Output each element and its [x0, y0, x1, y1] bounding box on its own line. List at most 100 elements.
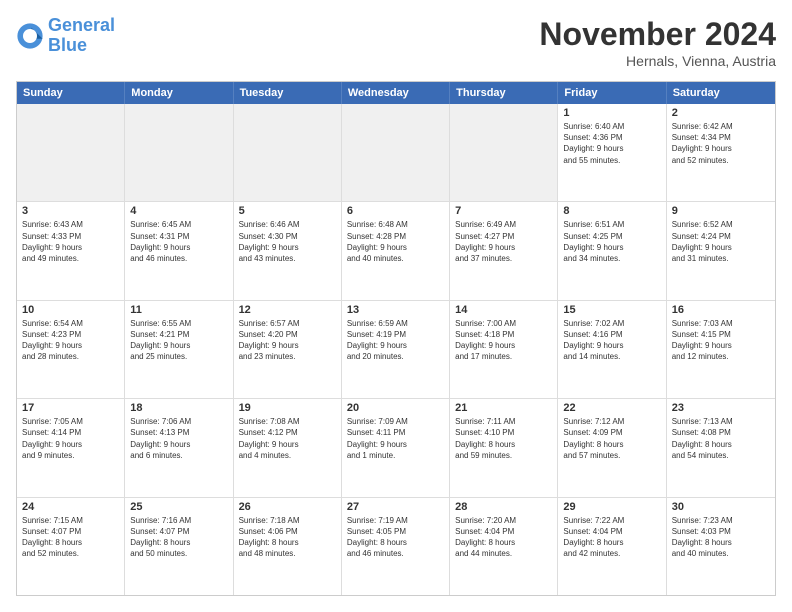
day-info: Sunrise: 7:05 AM Sunset: 4:14 PM Dayligh…: [22, 416, 119, 461]
calendar-row: 1 Sunrise: 6:40 AM Sunset: 4:36 PM Daylig…: [17, 104, 775, 201]
day-info: Sunrise: 7:06 AM Sunset: 4:13 PM Dayligh…: [130, 416, 227, 461]
day-number: 8: [563, 205, 660, 217]
day-info: Sunrise: 6:59 AM Sunset: 4:19 PM Dayligh…: [347, 318, 444, 363]
day-number: 5: [239, 205, 336, 217]
calendar-cell: 22 Sunrise: 7:12 AM Sunset: 4:09 PM Dayli…: [558, 399, 666, 496]
day-info: Sunrise: 6:51 AM Sunset: 4:25 PM Dayligh…: [563, 219, 660, 264]
calendar-cell: 24 Sunrise: 7:15 AM Sunset: 4:07 PM Dayli…: [17, 498, 125, 595]
day-info: Sunrise: 7:15 AM Sunset: 4:07 PM Dayligh…: [22, 515, 119, 560]
day-info: Sunrise: 6:43 AM Sunset: 4:33 PM Dayligh…: [22, 219, 119, 264]
page: General Blue November 2024 Hernals, Vien…: [0, 0, 792, 612]
day-info: Sunrise: 7:02 AM Sunset: 4:16 PM Dayligh…: [563, 318, 660, 363]
logo: General Blue: [16, 16, 115, 56]
calendar-cell: 14Sunrise: 7:00 AM Sunset: 4:18 PM Dayli…: [450, 301, 558, 398]
day-number: 9: [672, 205, 770, 217]
calendar-header-cell: Saturday: [667, 82, 775, 104]
month-title: November 2024: [539, 16, 776, 53]
day-number: 13: [347, 304, 444, 316]
calendar-cell: 3 Sunrise: 6:43 AM Sunset: 4:33 PM Daylig…: [17, 202, 125, 299]
calendar-cell: 12 Sunrise: 6:57 AM Sunset: 4:20 PM Dayli…: [234, 301, 342, 398]
day-info: Sunrise: 6:57 AM Sunset: 4:20 PM Dayligh…: [239, 318, 336, 363]
calendar-cell: 8 Sunrise: 6:51 AM Sunset: 4:25 PM Daylig…: [558, 202, 666, 299]
day-number: 21: [455, 402, 552, 414]
logo-line2: Blue: [48, 35, 87, 55]
calendar-header-cell: Friday: [558, 82, 666, 104]
day-info: Sunrise: 7:19 AM Sunset: 4:05 PM Dayligh…: [347, 515, 444, 560]
calendar-row: 24 Sunrise: 7:15 AM Sunset: 4:07 PM Dayli…: [17, 497, 775, 595]
day-number: 24: [22, 501, 119, 513]
day-info: Sunrise: 6:54 AM Sunset: 4:23 PM Dayligh…: [22, 318, 119, 363]
calendar-row: 17 Sunrise: 7:05 AM Sunset: 4:14 PM Dayli…: [17, 398, 775, 496]
day-info: Sunrise: 6:40 AM Sunset: 4:36 PM Dayligh…: [563, 121, 660, 166]
day-info: Sunrise: 7:23 AM Sunset: 4:03 PM Dayligh…: [672, 515, 770, 560]
day-number: 6: [347, 205, 444, 217]
day-info: Sunrise: 6:46 AM Sunset: 4:30 PM Dayligh…: [239, 219, 336, 264]
calendar-header-cell: Wednesday: [342, 82, 450, 104]
logo-line1: General: [48, 15, 115, 35]
calendar-cell: 1 Sunrise: 6:40 AM Sunset: 4:36 PM Daylig…: [558, 104, 666, 201]
calendar-header-cell: Thursday: [450, 82, 558, 104]
day-info: Sunrise: 6:49 AM Sunset: 4:27 PM Dayligh…: [455, 219, 552, 264]
calendar-cell: 28 Sunrise: 7:20 AM Sunset: 4:04 PM Dayli…: [450, 498, 558, 595]
calendar-header-cell: Sunday: [17, 82, 125, 104]
day-number: 7: [455, 205, 552, 217]
calendar-cell: [17, 104, 125, 201]
day-number: 12: [239, 304, 336, 316]
day-info: Sunrise: 7:11 AM Sunset: 4:10 PM Dayligh…: [455, 416, 552, 461]
calendar-cell: 6 Sunrise: 6:48 AM Sunset: 4:28 PM Daylig…: [342, 202, 450, 299]
day-info: Sunrise: 7:20 AM Sunset: 4:04 PM Dayligh…: [455, 515, 552, 560]
calendar-cell: 4Sunrise: 6:45 AM Sunset: 4:31 PM Daylig…: [125, 202, 233, 299]
day-number: 28: [455, 501, 552, 513]
calendar-header: SundayMondayTuesdayWednesdayThursdayFrid…: [17, 82, 775, 104]
calendar-cell: 2 Sunrise: 6:42 AM Sunset: 4:34 PM Daylig…: [667, 104, 775, 201]
logo-text: General Blue: [48, 16, 115, 56]
location: Hernals, Vienna, Austria: [539, 53, 776, 69]
day-number: 29: [563, 501, 660, 513]
calendar-cell: 16Sunrise: 7:03 AM Sunset: 4:15 PM Dayli…: [667, 301, 775, 398]
day-number: 25: [130, 501, 227, 513]
calendar-body: 1 Sunrise: 6:40 AM Sunset: 4:36 PM Daylig…: [17, 104, 775, 595]
day-number: 1: [563, 107, 660, 119]
day-info: Sunrise: 7:16 AM Sunset: 4:07 PM Dayligh…: [130, 515, 227, 560]
calendar-row: 10 Sunrise: 6:54 AM Sunset: 4:23 PM Dayli…: [17, 300, 775, 398]
day-number: 10: [22, 304, 119, 316]
day-info: Sunrise: 6:52 AM Sunset: 4:24 PM Dayligh…: [672, 219, 770, 264]
calendar-header-cell: Monday: [125, 82, 233, 104]
day-info: Sunrise: 7:00 AM Sunset: 4:18 PM Dayligh…: [455, 318, 552, 363]
day-info: Sunrise: 7:03 AM Sunset: 4:15 PM Dayligh…: [672, 318, 770, 363]
day-number: 27: [347, 501, 444, 513]
day-number: 22: [563, 402, 660, 414]
calendar-cell: 15 Sunrise: 7:02 AM Sunset: 4:16 PM Dayli…: [558, 301, 666, 398]
calendar-cell: 9 Sunrise: 6:52 AM Sunset: 4:24 PM Daylig…: [667, 202, 775, 299]
day-info: Sunrise: 7:09 AM Sunset: 4:11 PM Dayligh…: [347, 416, 444, 461]
calendar: SundayMondayTuesdayWednesdayThursdayFrid…: [16, 81, 776, 596]
day-info: Sunrise: 7:12 AM Sunset: 4:09 PM Dayligh…: [563, 416, 660, 461]
calendar-cell: 11 Sunrise: 6:55 AM Sunset: 4:21 PM Dayli…: [125, 301, 233, 398]
day-number: 18: [130, 402, 227, 414]
logo-icon: [16, 22, 44, 50]
calendar-cell: 7 Sunrise: 6:49 AM Sunset: 4:27 PM Daylig…: [450, 202, 558, 299]
day-info: Sunrise: 6:45 AM Sunset: 4:31 PM Dayligh…: [130, 219, 227, 264]
day-info: Sunrise: 6:48 AM Sunset: 4:28 PM Dayligh…: [347, 219, 444, 264]
day-info: Sunrise: 7:08 AM Sunset: 4:12 PM Dayligh…: [239, 416, 336, 461]
calendar-cell: 25 Sunrise: 7:16 AM Sunset: 4:07 PM Dayli…: [125, 498, 233, 595]
day-info: Sunrise: 6:55 AM Sunset: 4:21 PM Dayligh…: [130, 318, 227, 363]
calendar-cell: 29Sunrise: 7:22 AM Sunset: 4:04 PM Dayli…: [558, 498, 666, 595]
day-number: 15: [563, 304, 660, 316]
day-number: 3: [22, 205, 119, 217]
day-number: 20: [347, 402, 444, 414]
calendar-cell: 21 Sunrise: 7:11 AM Sunset: 4:10 PM Dayli…: [450, 399, 558, 496]
calendar-row: 3 Sunrise: 6:43 AM Sunset: 4:33 PM Daylig…: [17, 201, 775, 299]
day-number: 19: [239, 402, 336, 414]
calendar-cell: [342, 104, 450, 201]
calendar-cell: [234, 104, 342, 201]
day-info: Sunrise: 6:42 AM Sunset: 4:34 PM Dayligh…: [672, 121, 770, 166]
day-number: 2: [672, 107, 770, 119]
calendar-cell: 26Sunrise: 7:18 AM Sunset: 4:06 PM Dayli…: [234, 498, 342, 595]
day-number: 17: [22, 402, 119, 414]
day-number: 11: [130, 304, 227, 316]
calendar-cell: 17 Sunrise: 7:05 AM Sunset: 4:14 PM Dayli…: [17, 399, 125, 496]
day-number: 30: [672, 501, 770, 513]
calendar-header-cell: Tuesday: [234, 82, 342, 104]
day-number: 23: [672, 402, 770, 414]
